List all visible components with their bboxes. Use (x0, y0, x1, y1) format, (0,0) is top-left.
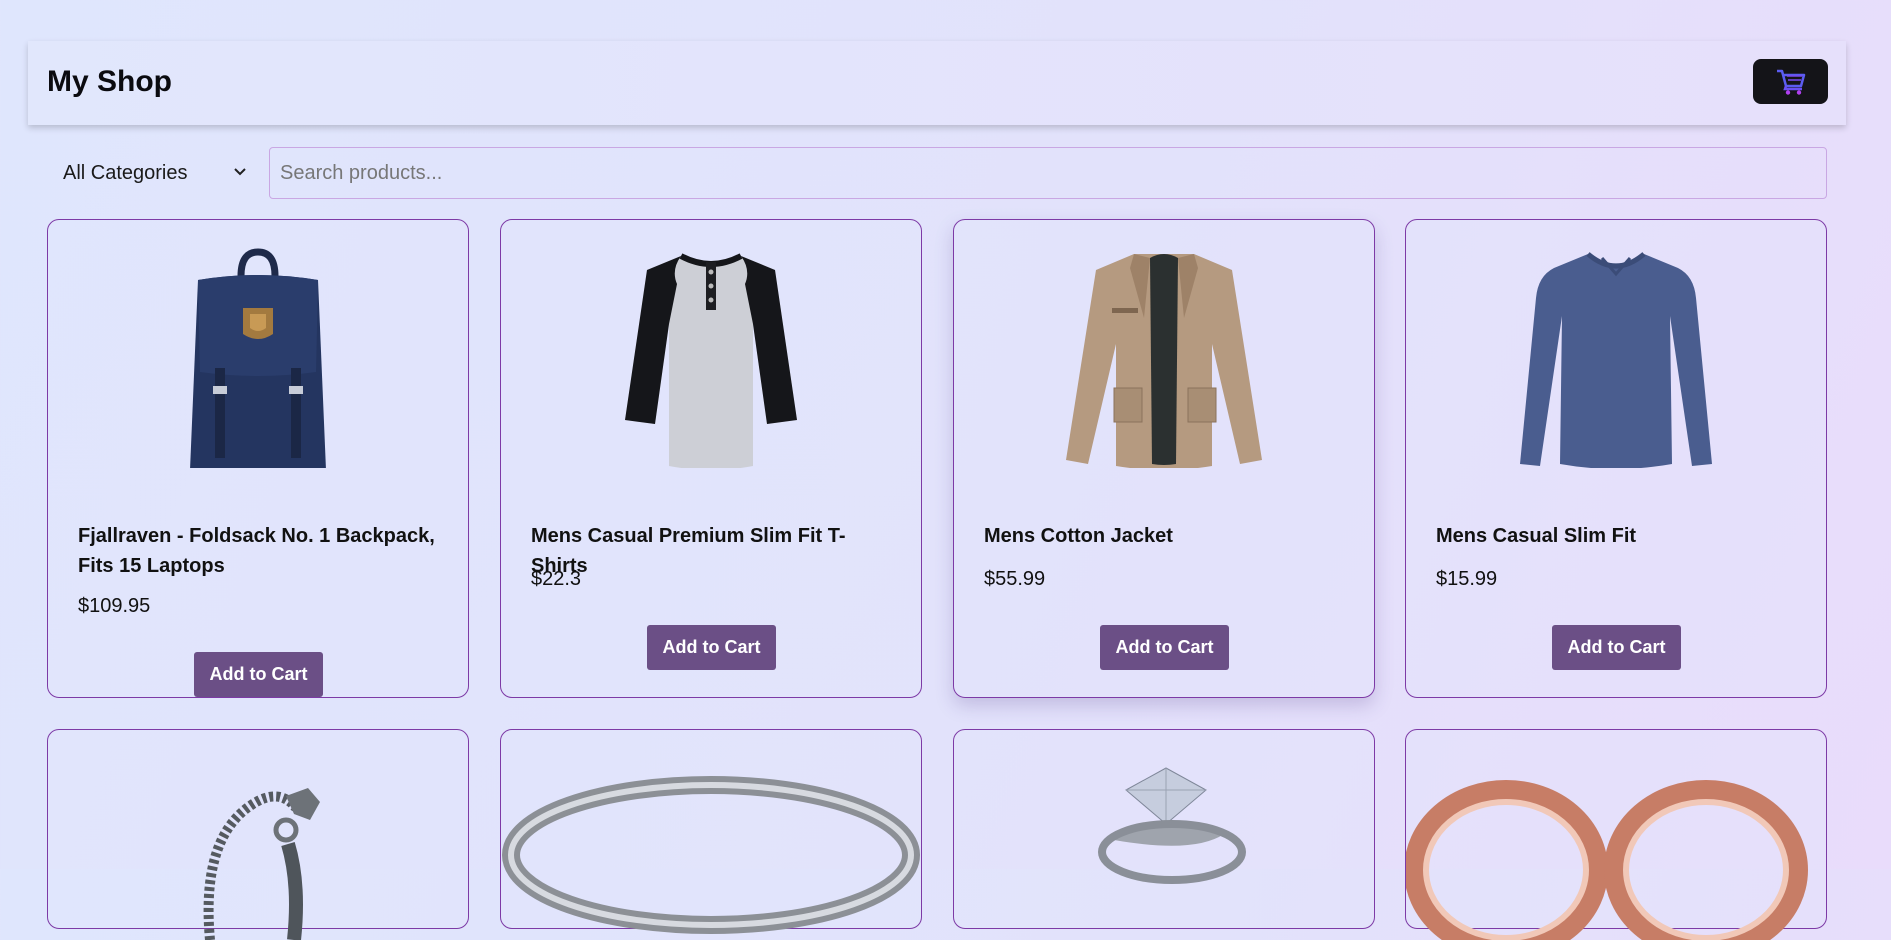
product-name[interactable]: Mens Casual Premium Slim Fit T-Shirts (531, 521, 891, 581)
cart-button[interactable] (1753, 59, 1828, 104)
product-card (47, 729, 469, 940)
product-price: $22.3 (531, 568, 582, 590)
backpack-image (190, 248, 326, 468)
product-card: Mens Casual Premium Slim Fit T-Shirts $2… (500, 219, 922, 698)
app-header: My Shop (28, 41, 1846, 125)
product-price: $109.95 (78, 595, 151, 617)
product-price: $55.99 (984, 568, 1046, 590)
product-card: Fjallraven - Foldsack No. 1 Backpack, Fi… (47, 219, 469, 698)
product-image[interactable] (501, 248, 921, 468)
page-title: My Shop (47, 65, 172, 98)
product-name[interactable]: Mens Cotton Jacket (984, 521, 1344, 551)
product-card (500, 729, 922, 934)
cotton-jacket-image (1066, 254, 1262, 468)
product-image[interactable] (48, 760, 468, 940)
add-to-cart-button[interactable]: Add to Cart (647, 625, 776, 670)
product-image[interactable] (1406, 248, 1826, 468)
category-select-value: All Categories (63, 161, 188, 184)
product-image[interactable] (954, 248, 1374, 468)
product-name[interactable]: Fjallraven - Foldsack No. 1 Backpack, Fi… (78, 521, 438, 581)
product-image[interactable] (48, 248, 468, 468)
product-image[interactable] (501, 760, 921, 940)
silver-ring-image (502, 776, 920, 934)
raglan-tshirt-image (625, 253, 797, 468)
dragon-bracelet-image (203, 788, 320, 940)
add-to-cart-button[interactable]: Add to Cart (1100, 625, 1229, 670)
product-image[interactable] (954, 760, 1374, 940)
category-select[interactable]: All Categories (47, 147, 257, 199)
add-to-cart-button[interactable]: Add to Cart (194, 652, 323, 697)
product-card: Mens Casual Slim Fit $15.99 Add to Cart (1405, 219, 1827, 698)
diamond-ring-image (1098, 767, 1246, 884)
product-image[interactable] (1406, 760, 1826, 940)
add-to-cart-button[interactable]: Add to Cart (1552, 625, 1681, 670)
product-price: $15.99 (1436, 568, 1498, 590)
shopping-cart-icon (1776, 69, 1805, 95)
longsleeve-shirt-image (1520, 252, 1712, 468)
rose-gold-rings-image (1406, 780, 1808, 940)
chevron-down-icon (234, 168, 246, 176)
product-card: Mens Cotton Jacket $55.99 Add to Cart (953, 219, 1375, 698)
search-input[interactable] (269, 147, 1827, 199)
product-name[interactable]: Mens Casual Slim Fit (1436, 521, 1796, 551)
product-card (1405, 729, 1827, 940)
product-card (953, 729, 1375, 929)
